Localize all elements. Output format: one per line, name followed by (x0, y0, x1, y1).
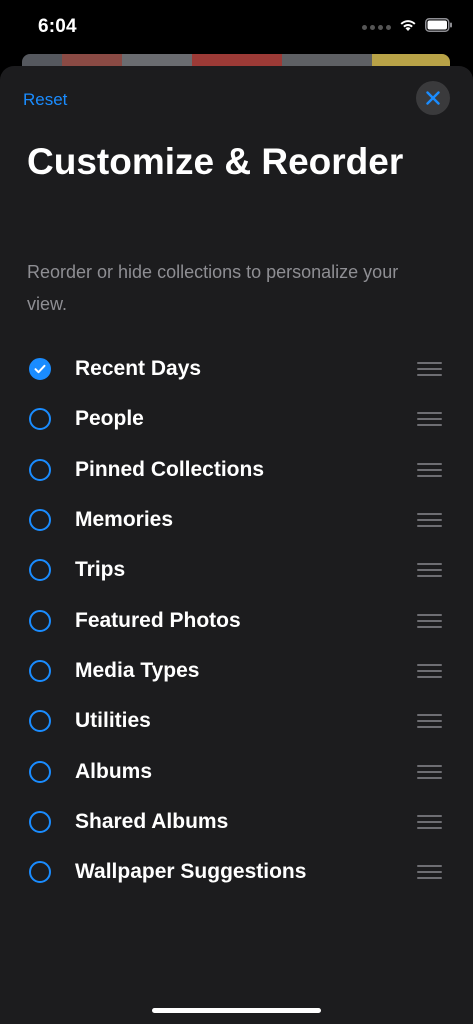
drag-handle-icon[interactable] (417, 764, 442, 779)
collection-label: Pinned Collections (75, 457, 265, 481)
drag-handle-icon[interactable] (417, 865, 442, 880)
reset-button[interactable]: Reset (23, 90, 67, 110)
collection-label: Recent Days (75, 357, 202, 381)
collection-row[interactable]: Featured Photos (0, 595, 473, 645)
unchecked-circle-icon[interactable] (29, 408, 51, 431)
drag-handle-icon[interactable] (417, 412, 442, 427)
unchecked-circle-icon[interactable] (29, 710, 51, 733)
collection-row[interactable]: Memories (0, 495, 473, 545)
unchecked-circle-icon[interactable] (29, 458, 51, 481)
status-icons (362, 18, 453, 37)
unchecked-circle-icon[interactable] (29, 659, 51, 682)
collection-label: Media Types (75, 658, 200, 682)
wifi-icon (399, 18, 417, 37)
page-title: Customize & Reorder (27, 141, 404, 182)
collection-list: Recent Days People Pinned Collections Memor… (0, 344, 473, 897)
collection-label: People (75, 407, 144, 431)
collection-row[interactable]: Trips (0, 545, 473, 595)
page-subtitle: Reorder or hide collections to personali… (27, 262, 399, 314)
battery-icon (425, 18, 453, 37)
collection-row[interactable]: Shared Albums (0, 797, 473, 847)
collection-label: Shared Albums (75, 809, 229, 833)
collection-label: Trips (75, 558, 126, 582)
drag-handle-icon[interactable] (417, 714, 442, 729)
unchecked-circle-icon[interactable] (29, 760, 51, 783)
close-icon (426, 91, 440, 105)
collection-row[interactable]: Recent Days (0, 344, 473, 394)
collection-label: Albums (75, 759, 153, 783)
unchecked-circle-icon[interactable] (29, 861, 51, 884)
drag-handle-icon[interactable] (417, 362, 442, 377)
unchecked-circle-icon[interactable] (29, 509, 51, 532)
customize-sheet: Reset Customize & Reorder Reorder or hid… (0, 66, 473, 1024)
drag-handle-icon[interactable] (417, 563, 442, 578)
status-bar: 6:04 (0, 0, 473, 56)
drag-handle-icon[interactable] (417, 814, 442, 829)
status-time: 6:04 (38, 16, 77, 37)
collection-label: Utilities (75, 709, 151, 733)
drag-handle-icon[interactable] (417, 613, 442, 628)
home-indicator[interactable] (152, 1008, 321, 1013)
collection-row[interactable]: Utilities (0, 696, 473, 746)
close-button[interactable] (416, 81, 450, 115)
collection-row[interactable]: Wallpaper Suggestions (0, 847, 473, 897)
collection-label: Featured Photos (75, 608, 241, 632)
collection-label: Memories (75, 508, 174, 532)
drag-handle-icon[interactable] (417, 513, 442, 528)
checked-circle-icon[interactable] (29, 358, 51, 381)
unchecked-circle-icon[interactable] (29, 559, 51, 582)
unchecked-circle-icon[interactable] (29, 609, 51, 632)
collection-row[interactable]: People (0, 394, 473, 444)
collection-row[interactable]: Media Types (0, 646, 473, 696)
unchecked-circle-icon[interactable] (29, 810, 51, 833)
drag-handle-icon[interactable] (417, 663, 442, 678)
collection-row[interactable]: Albums (0, 746, 473, 796)
signal-icon (362, 25, 391, 30)
collection-label: Wallpaper Suggestions (75, 860, 307, 884)
collection-row[interactable]: Pinned Collections (0, 445, 473, 495)
drag-handle-icon[interactable] (417, 462, 442, 477)
